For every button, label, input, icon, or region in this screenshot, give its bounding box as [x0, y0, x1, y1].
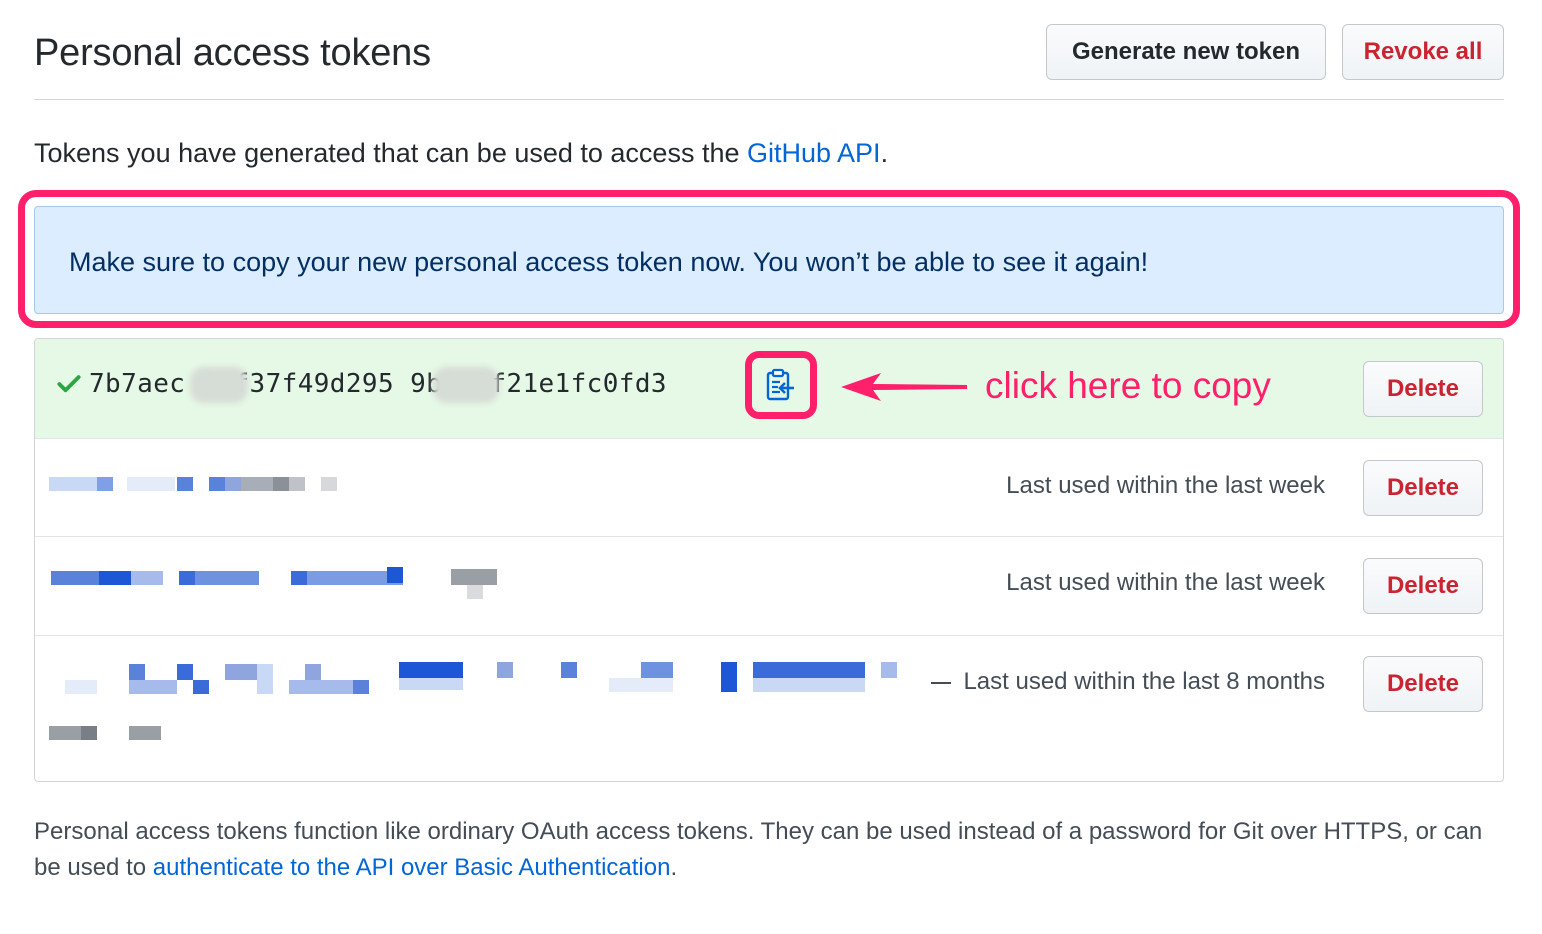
generate-new-token-button[interactable]: Generate new token [1046, 24, 1326, 80]
last-used-value: Last used within the last 8 months [963, 668, 1325, 695]
github-api-link[interactable]: GitHub API [747, 138, 881, 168]
basic-auth-link[interactable]: authenticate to the API over Basic Authe… [153, 854, 671, 881]
redacted-token-name [49, 467, 349, 513]
last-used-text: Last used within the last week [1006, 472, 1325, 499]
footer-text-suffix: . [670, 854, 678, 881]
footer-text: Personal access tokens function like ord… [34, 814, 1504, 886]
last-used-text: Last used within the last 8 months [931, 668, 1325, 696]
token-row: Last used within the last week Delete [35, 439, 1503, 537]
token-row: Last used within the last week Delete [35, 537, 1503, 636]
copy-highlight-frame [745, 351, 817, 419]
intro-text: Tokens you have generated that can be us… [34, 138, 888, 169]
separator-dash [931, 681, 952, 684]
page-title: Personal access tokens [34, 32, 431, 74]
delete-token-button[interactable]: Delete [1363, 460, 1483, 516]
delete-token-button[interactable]: Delete [1363, 361, 1483, 417]
token-redaction-blur [190, 367, 248, 403]
token-redaction-blur [433, 367, 499, 403]
delete-token-button[interactable]: Delete [1363, 656, 1483, 712]
intro-text-suffix: . [880, 138, 889, 168]
last-used-text: Last used within the last week [1006, 569, 1325, 596]
revoke-all-button[interactable]: Revoke all [1342, 24, 1504, 80]
token-list: 7b7aec 6df37f49d295 9b9e2f21e1fc0fd3 cli… [34, 338, 1504, 782]
redacted-token-name [49, 654, 909, 754]
intro-text-body: Tokens you have generated that can be us… [34, 138, 747, 168]
redacted-token-name [49, 559, 509, 605]
delete-token-button[interactable]: Delete [1363, 558, 1483, 614]
page-header: Personal access tokens Generate new toke… [34, 24, 1504, 100]
annotation-label: click here to copy [985, 365, 1271, 406]
new-token-value[interactable]: 7b7aec 6df37f49d295 9b9e2f21e1fc0fd3 [89, 369, 667, 399]
annotation-highlight-frame [18, 190, 1520, 328]
new-token-row: 7b7aec 6df37f49d295 9b9e2f21e1fc0fd3 cli… [35, 339, 1503, 439]
clipboard-copy-icon[interactable] [765, 368, 797, 402]
check-icon [57, 375, 81, 393]
token-row: Last used within the last 8 months Delet… [35, 636, 1503, 781]
annotation-arrow-icon [841, 373, 967, 401]
